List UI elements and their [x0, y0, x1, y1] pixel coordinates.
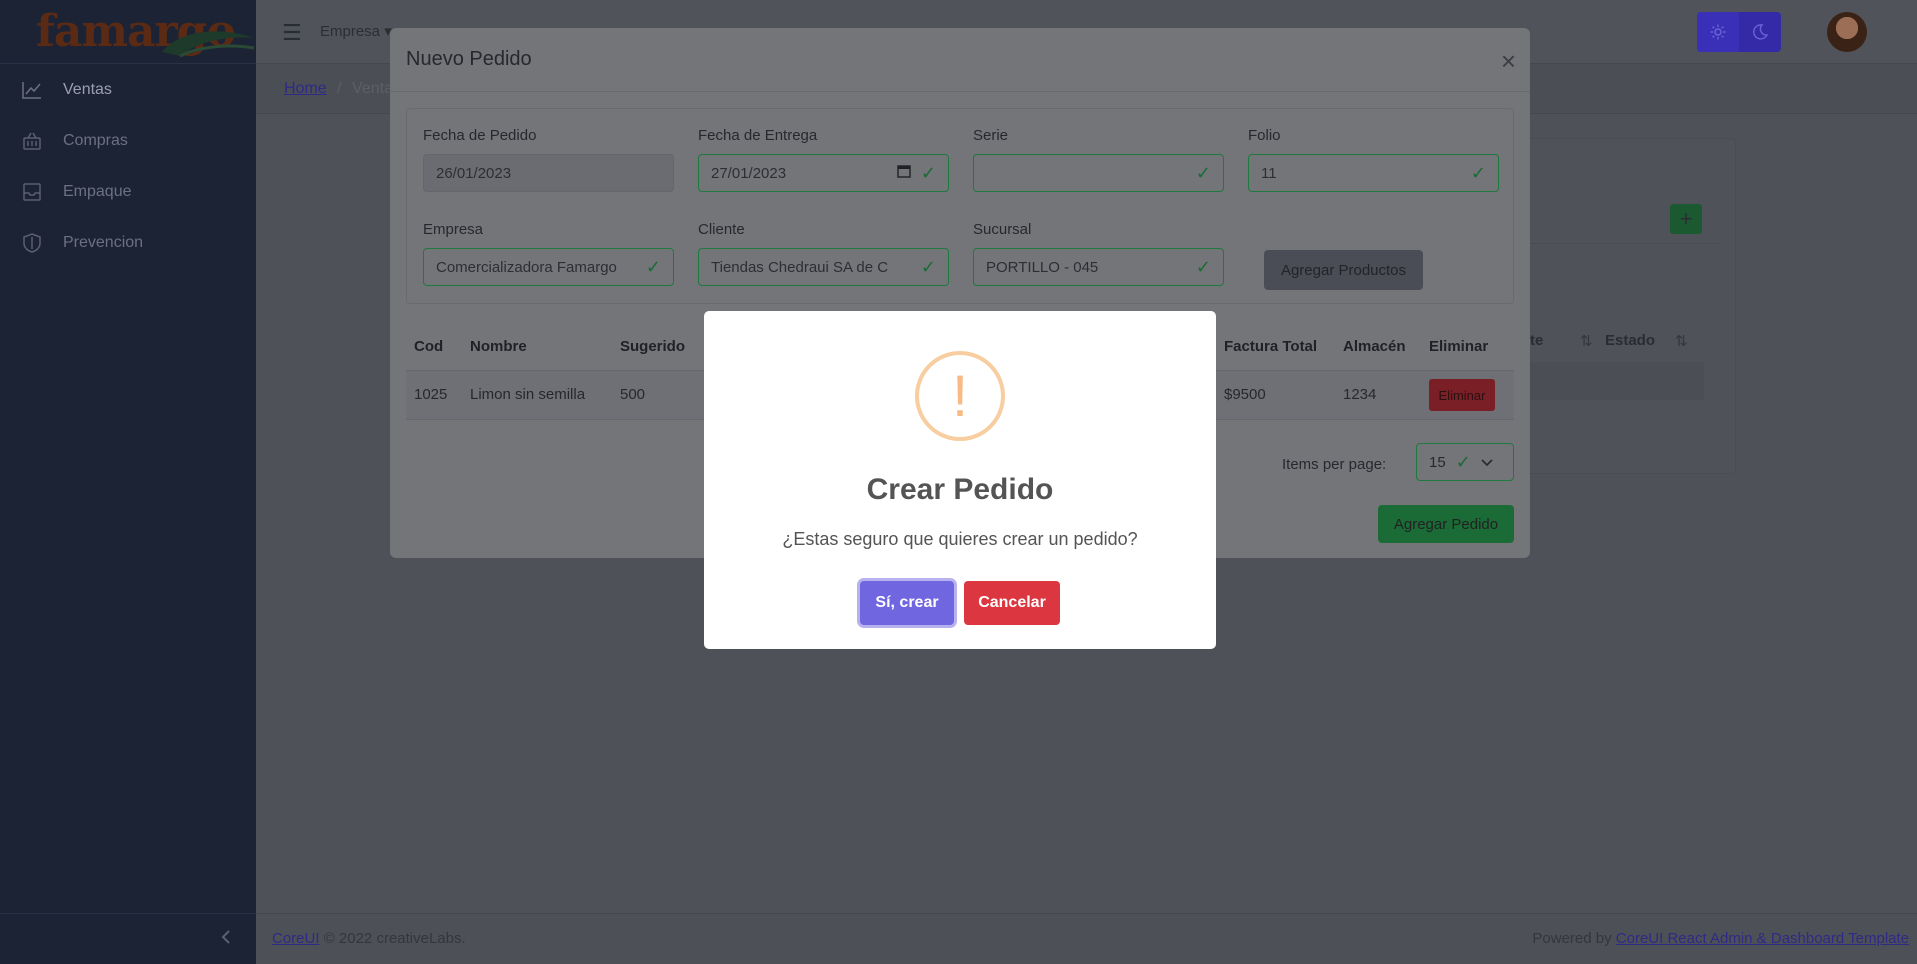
- cliente-label: Cliente: [698, 221, 745, 238]
- cell-almacen: 1234: [1343, 386, 1377, 403]
- basket-icon: [21, 130, 43, 152]
- table-header-sugerido: Sugerido: [620, 338, 686, 355]
- fecha-entrega-label: Fecha de Entrega: [698, 127, 818, 144]
- sun-icon[interactable]: [1697, 12, 1739, 52]
- footer-copyright: © 2022 creativeLabs.: [323, 930, 466, 947]
- footer-coreui-link[interactable]: CoreUI: [272, 930, 320, 947]
- sidebar-item-label: Ventas: [63, 80, 112, 98]
- table-header-cod: Cod: [414, 338, 444, 355]
- dialog-title: Crear Pedido: [866, 473, 1054, 506]
- cell-sugerido: 500: [620, 386, 646, 403]
- check-icon: ✓: [920, 162, 936, 183]
- sidebar-item-label: Empaque: [63, 182, 132, 200]
- table-header-nombre: Nombre: [470, 338, 527, 355]
- footer-powered-by: Powered by: [1532, 930, 1612, 947]
- chevron-left-icon: [221, 929, 231, 949]
- empresa-label: Empresa: [423, 221, 484, 238]
- sidebar-item-prevencion[interactable]: Prevencion: [0, 217, 256, 268]
- breadcrumb-home-link[interactable]: Home: [284, 80, 327, 97]
- folio-label: Folio: [1248, 127, 1281, 144]
- agregar-productos-button[interactable]: Agregar Productos: [1264, 250, 1423, 290]
- check-icon: ✓: [1455, 451, 1471, 472]
- hamburger-icon[interactable]: ☰: [282, 20, 302, 46]
- fecha-entrega-input[interactable]: 27/01/2023 ✓: [698, 154, 949, 192]
- check-icon: ✓: [1470, 162, 1486, 183]
- eliminar-button[interactable]: Eliminar: [1429, 379, 1495, 411]
- cliente-field: Cliente Tiendas Chedraui SA de C ✓: [698, 221, 949, 286]
- confirm-dialog: ! Crear Pedido ¿Estas seguro que quieres…: [704, 311, 1216, 649]
- sucursal-field: Sucursal PORTILLO - 045 ✓: [973, 221, 1224, 286]
- empresa-select[interactable]: Comercializadora Famargo ✓: [423, 248, 674, 286]
- dialog-message: ¿Estas seguro que quieres crear un pedid…: [782, 529, 1138, 549]
- sucursal-label: Sucursal: [973, 221, 1032, 238]
- serie-input[interactable]: ✓: [973, 154, 1224, 192]
- agregar-pedido-button[interactable]: Agregar Pedido: [1378, 505, 1514, 543]
- breadcrumb: Home / Venta: [284, 80, 393, 98]
- confirm-button[interactable]: Sí, crear: [860, 581, 954, 625]
- warning-icon: !: [915, 351, 1005, 441]
- footer: CoreUI © 2022 creativeLabs. Powered by C…: [256, 913, 1917, 964]
- sort-icon[interactable]: ⇅: [1675, 332, 1688, 350]
- serie-field: Serie ✓: [973, 127, 1224, 192]
- sidebar: famargo Ventas Compras Empaque Prevencio…: [0, 0, 256, 964]
- header-nav-empresa[interactable]: Empresa ▾: [320, 22, 392, 40]
- modal-title: Nuevo Pedido: [406, 48, 532, 70]
- fecha-pedido-input: 26/01/2023: [423, 154, 674, 192]
- items-per-page-value: 15: [1429, 453, 1446, 471]
- chart-line-icon: [21, 79, 43, 101]
- cell-cod: 1025: [414, 386, 448, 403]
- theme-toggle-group: [1697, 12, 1781, 52]
- sidebar-toggler[interactable]: [0, 913, 256, 964]
- check-icon: ✓: [1195, 162, 1211, 183]
- moon-icon[interactable]: [1739, 12, 1781, 52]
- table-header-eliminar: Eliminar: [1429, 338, 1489, 355]
- fecha-pedido-field: Fecha de Pedido 26/01/2023: [423, 127, 674, 192]
- plus-icon[interactable]: +: [1670, 204, 1702, 234]
- chevron-down-icon: [1481, 454, 1493, 471]
- fecha-entrega-field: Fecha de Entrega 27/01/2023 ✓: [698, 127, 949, 192]
- cell-nombre: Limon sin semilla: [470, 386, 586, 403]
- sidebar-item-label: Compras: [63, 131, 128, 149]
- cliente-select[interactable]: Tiendas Chedraui SA de C ✓: [698, 248, 949, 286]
- table-header-factura-total: Factura Total: [1224, 338, 1318, 355]
- breadcrumb-current: Venta: [352, 80, 393, 97]
- empresa-field: Empresa Comercializadora Famargo ✓: [423, 221, 674, 286]
- check-icon: ✓: [645, 256, 661, 277]
- footer-template-link[interactable]: CoreUI React Admin & Dashboard Template: [1616, 930, 1909, 947]
- avatar[interactable]: [1827, 12, 1867, 52]
- shield-icon: [21, 232, 43, 254]
- sidebar-item-label: Prevencion: [63, 233, 144, 251]
- breadcrumb-separator: /: [337, 80, 342, 97]
- sidebar-item-compras[interactable]: Compras: [0, 115, 256, 166]
- sort-icon[interactable]: ⇅: [1580, 332, 1593, 350]
- folio-input[interactable]: 11 ✓: [1248, 154, 1499, 192]
- check-icon: ✓: [920, 256, 936, 277]
- close-icon[interactable]: ×: [1501, 46, 1516, 77]
- items-per-page-label: Items per page:: [1282, 456, 1387, 473]
- sucursal-select[interactable]: PORTILLO - 045 ✓: [973, 248, 1224, 286]
- table-header-estado[interactable]: Estado: [1605, 332, 1655, 349]
- inbox-icon: [21, 181, 43, 203]
- fecha-pedido-label: Fecha de Pedido: [423, 127, 537, 144]
- sidebar-item-empaque[interactable]: Empaque: [0, 166, 256, 217]
- table-header-almacen: Almacén: [1343, 338, 1406, 355]
- calendar-icon[interactable]: [897, 164, 911, 182]
- check-icon: ✓: [1195, 256, 1211, 277]
- table-row: [1510, 362, 1704, 400]
- famargo-logo: famargo: [36, 6, 255, 58]
- serie-label: Serie: [973, 127, 1009, 144]
- items-per-page-select[interactable]: 15 ✓: [1416, 443, 1514, 481]
- table-header-te[interactable]: te: [1530, 332, 1543, 349]
- cell-factura-total: $9500: [1224, 386, 1266, 403]
- cancel-button[interactable]: Cancelar: [964, 581, 1060, 625]
- sidebar-item-ventas[interactable]: Ventas: [0, 64, 256, 115]
- pedido-form: Fecha de Pedido 26/01/2023 Fecha de Entr…: [406, 108, 1514, 304]
- sidebar-brand[interactable]: famargo: [0, 0, 256, 64]
- background-card: [1500, 138, 1736, 474]
- folio-field: Folio 11 ✓: [1248, 127, 1499, 192]
